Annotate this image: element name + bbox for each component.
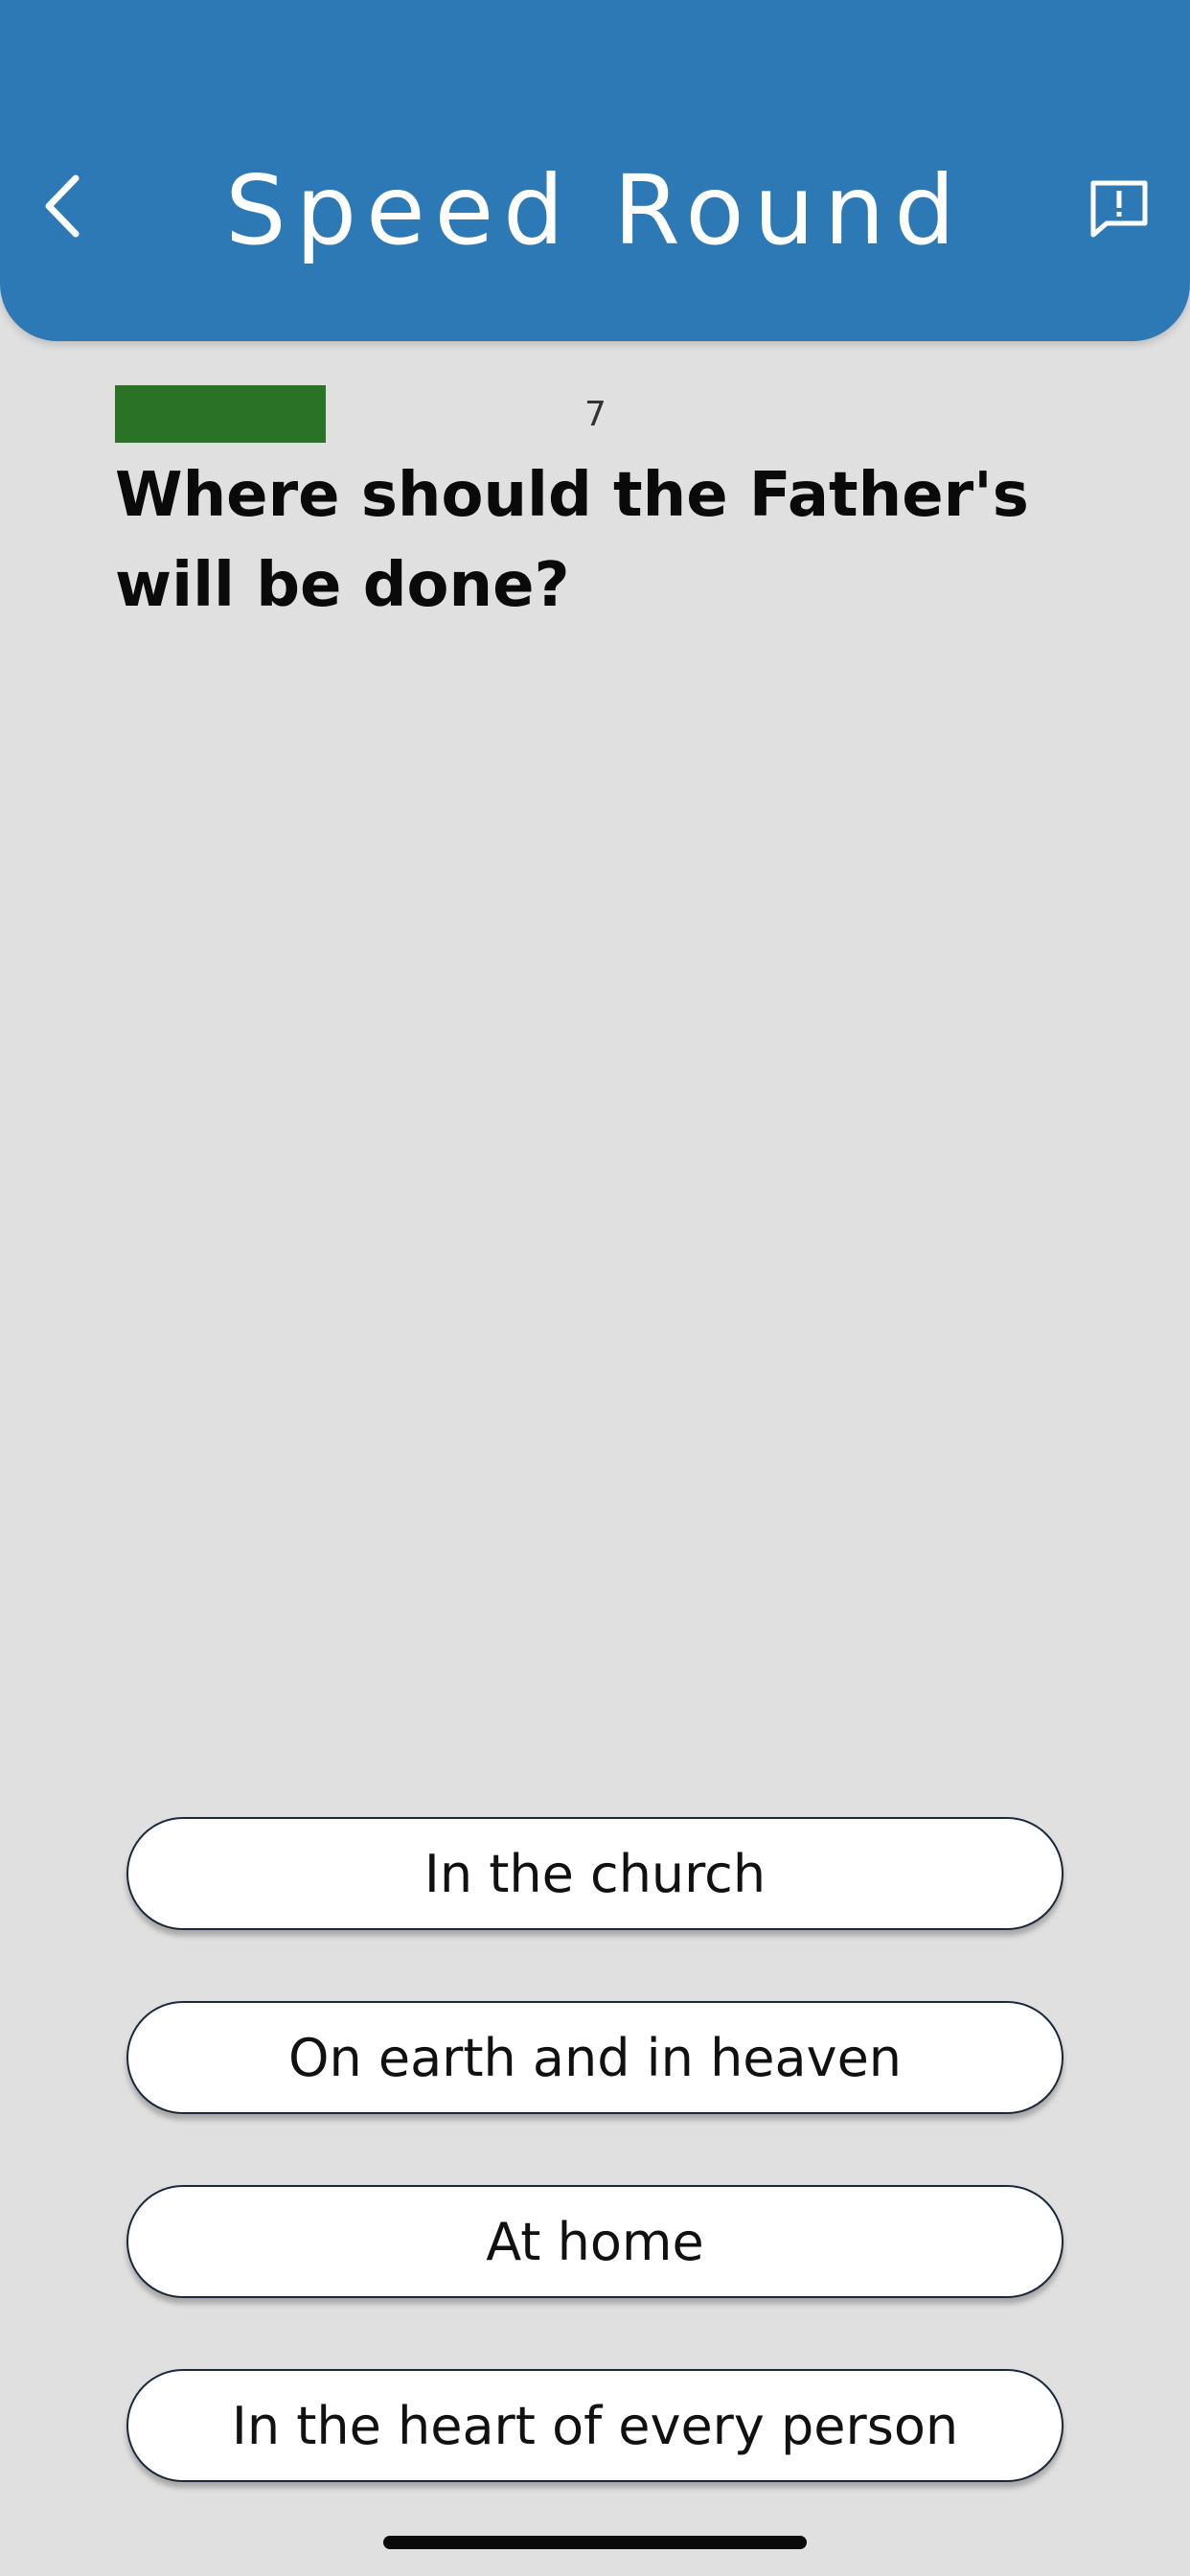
app-header: Speed Round — [0, 0, 1190, 341]
timer-bar-fill — [115, 385, 326, 443]
home-indicator[interactable] — [383, 2536, 807, 2549]
answer-button[interactable]: In the church — [126, 1817, 1064, 1930]
timer-count: 7 — [584, 394, 606, 434]
feedback-alert-icon — [1090, 180, 1148, 238]
answer-list: In the church On earth and in heaven At … — [126, 1817, 1064, 2553]
answer-button[interactable]: On earth and in heaven — [126, 2001, 1064, 2114]
page-title: Speed Round — [225, 154, 965, 266]
timer: 7 — [115, 385, 606, 443]
timer-bar — [115, 385, 563, 443]
report-button[interactable] — [1081, 171, 1157, 247]
question-text: Where should the Father's will be done? — [115, 460, 1029, 621]
answer-button[interactable]: At home — [126, 2185, 1064, 2298]
answer-button[interactable]: In the heart of every person — [126, 2369, 1064, 2482]
